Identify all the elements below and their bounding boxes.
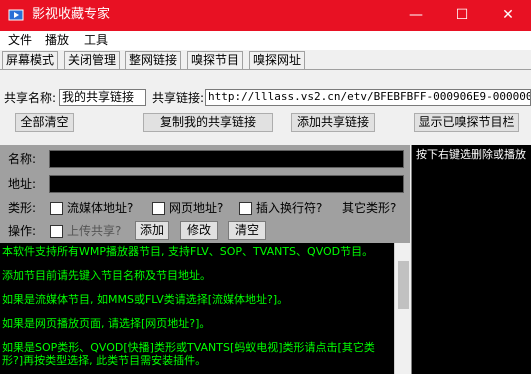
program-name-label: 名称: — [8, 152, 37, 166]
help-text-pane: 本软件支持所有WMP播放器节目, 支持FLV、SOP、TVANTS、QVOD节目… — [0, 243, 394, 374]
minimize-button[interactable]: — — [393, 0, 439, 31]
insert-newline-checkbox[interactable] — [239, 202, 252, 215]
share-link-label: 共享链接: — [152, 91, 205, 105]
webpage-option-label: 网页地址? — [169, 201, 224, 215]
copy-share-link-button[interactable]: 复制我的共享链接 — [143, 113, 273, 132]
tab-screen-mode[interactable]: 屏幕模式 — [2, 51, 59, 69]
share-name-input[interactable]: 我的共享链接 — [59, 89, 146, 106]
menu-bar: 文件 播放 工具 — [0, 31, 531, 50]
close-button[interactable]: ✕ — [485, 0, 531, 31]
help-line: 如果是网页播放页面, 请选择[网页地址?]。 — [2, 317, 211, 330]
program-list-hint: 按下右键选删除或播放 — [416, 148, 526, 161]
webpage-checkbox[interactable] — [152, 202, 165, 215]
tab-full-web-link[interactable]: 整网链接 — [125, 51, 182, 69]
help-scrollbar[interactable] — [394, 243, 411, 374]
share-link-input[interactable]: http://lllass.vs2.cn/etv/BFEBFBFF-000906… — [205, 89, 531, 106]
maximize-button[interactable]: ☐ — [439, 0, 485, 31]
help-line: 形?]再按类型选择, 此类节目需安装插件。 — [2, 354, 207, 367]
window-title: 影视收藏专家 — [32, 7, 111, 22]
program-name-field[interactable] — [49, 150, 404, 168]
program-list-pane[interactable]: 按下右键选删除或播放 — [411, 145, 531, 374]
help-line: 添加节目前请先键入节目名称及节目地址。 — [2, 269, 211, 282]
other-type-link[interactable]: 其它类形? — [342, 201, 396, 215]
menu-file[interactable]: 文件 — [8, 33, 32, 48]
stream-checkbox[interactable] — [50, 202, 63, 215]
upload-share-checkbox[interactable] — [50, 225, 63, 238]
type-label: 类形: — [8, 201, 37, 215]
tab-close-manage[interactable]: 关闭管理 — [64, 51, 121, 69]
help-line: 本软件支持所有WMP播放器节目, 支持FLV、SOP、TVANTS、QVOD节目… — [2, 245, 374, 258]
tab-row: 屏幕模式 关闭管理 整网链接 嗅探节目 嗅探网址 — [0, 50, 531, 70]
menu-tools[interactable]: 工具 — [84, 33, 108, 48]
tab-sniff-program[interactable]: 嗅探节目 — [187, 51, 244, 69]
insert-newline-label: 插入换行符? — [256, 201, 323, 215]
title-bar: 影视收藏专家 — ☐ ✕ — [0, 0, 531, 31]
add-share-link-button[interactable]: 添加共享链接 — [291, 113, 375, 132]
scrollbar-thumb[interactable] — [398, 261, 409, 309]
menu-play[interactable]: 播放 — [45, 33, 69, 48]
add-button[interactable]: 添加 — [135, 221, 169, 240]
program-address-field[interactable] — [49, 175, 404, 193]
clear-button[interactable]: 清空 — [228, 221, 266, 240]
app-icon — [8, 7, 24, 23]
modify-button[interactable]: 修改 — [180, 221, 218, 240]
clear-all-button[interactable]: 全部清空 — [15, 113, 74, 132]
program-editor-panel: 名称: 地址: 类形: 流媒体地址? 网页地址? 插入换行符? 其它类形? 操作… — [0, 145, 410, 243]
share-name-label: 共享名称: — [4, 91, 57, 105]
upload-share-label: 上传共享? — [67, 224, 122, 238]
show-sniffed-button[interactable]: 显示已嗅探节目栏 — [414, 113, 519, 132]
operation-label: 操作: — [8, 224, 37, 238]
help-line: 如果是SOP类形、QVOD[快播]类形或TVANTS[蚂蚁电视]类形请点击[其它… — [2, 341, 375, 354]
stream-option-label: 流媒体地址? — [67, 201, 134, 215]
help-line: 如果是流媒体节目, 如MMS或FLV类请选择[流媒体地址?]。 — [2, 293, 289, 306]
tab-sniff-url[interactable]: 嗅探网址 — [249, 51, 306, 69]
program-address-label: 地址: — [8, 177, 37, 191]
